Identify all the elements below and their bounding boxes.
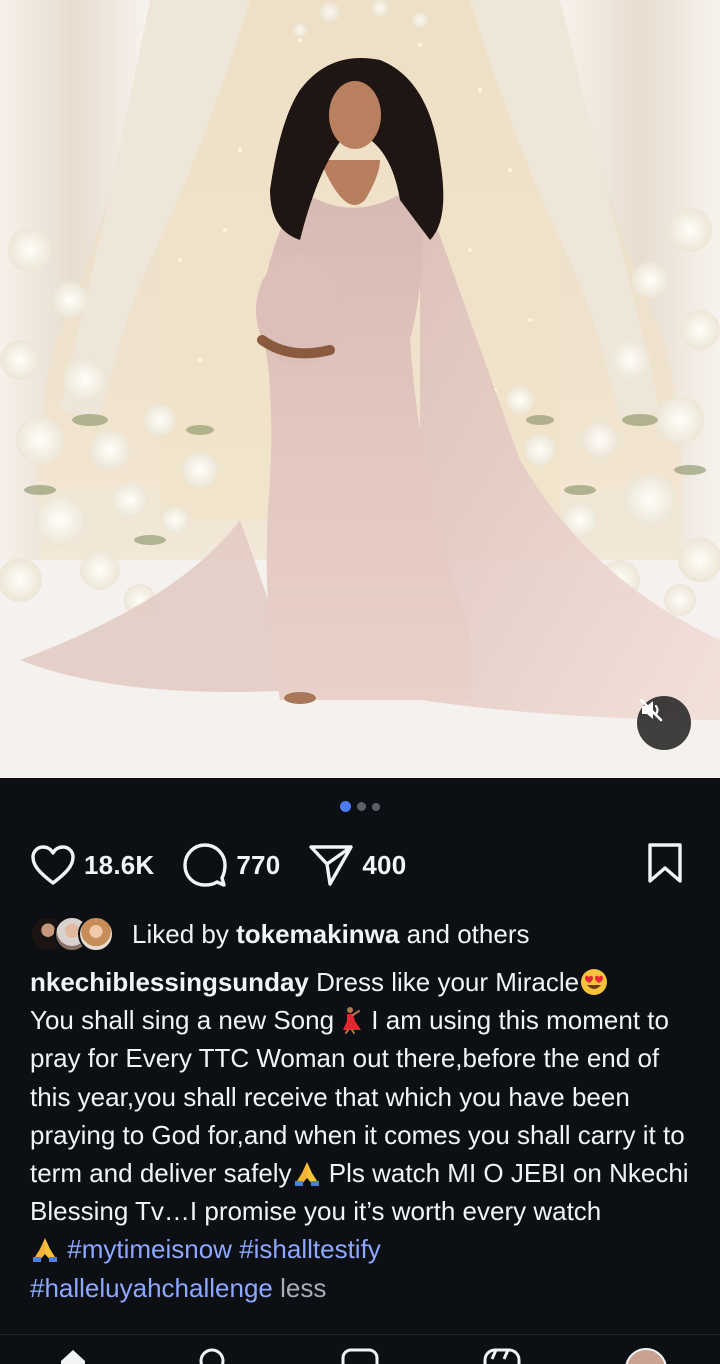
dancer-emoji-icon: [343, 1007, 362, 1035]
home-icon[interactable]: [58, 1347, 88, 1364]
caption-less-link[interactable]: less: [280, 1273, 326, 1303]
comment-icon: [183, 843, 228, 887]
shop-icon[interactable]: [482, 1347, 522, 1364]
bookmark-icon: [648, 842, 682, 883]
carousel-dot-active: [340, 801, 351, 812]
hashtag-link[interactable]: #halleluyahchallenge: [30, 1273, 273, 1303]
folded-hands-emoji-icon: [294, 1162, 319, 1187]
caption-fade: [0, 1318, 720, 1334]
like-button[interactable]: 18.6K: [30, 844, 154, 886]
caption-text: Dress like your Miracle: [316, 967, 580, 997]
maternity-photo: [0, 0, 720, 778]
caption-username[interactable]: nkechiblessingsunday: [30, 967, 309, 997]
carousel-dot: [372, 802, 380, 811]
share-count: 400: [362, 849, 407, 880]
post-media[interactable]: [0, 0, 720, 778]
post-caption: nkechiblessingsunday Dress like your Mir…: [30, 963, 700, 1307]
folded-hands-emoji-icon: [33, 1238, 57, 1263]
save-button[interactable]: [646, 842, 684, 889]
comment-button[interactable]: 770: [182, 842, 280, 888]
liked-by-row[interactable]: Liked by tokemakinwa and others: [30, 914, 529, 954]
liker-avatars: [30, 916, 114, 952]
bottom-nav: [0, 1334, 720, 1364]
heart-eyes-emoji-icon: [581, 969, 608, 995]
like-count: 18.6K: [84, 849, 155, 880]
profile-avatar[interactable]: [624, 1347, 668, 1364]
post-actions: 18.6K 770 400: [30, 838, 684, 892]
hashtag-link[interactable]: #mytimeisnow: [67, 1234, 232, 1264]
liked-by-user-link[interactable]: tokemakinwa: [236, 919, 399, 949]
mute-button[interactable]: [637, 696, 691, 750]
heart-icon: [31, 845, 75, 885]
caption-text: You shall sing a new Song: [30, 1005, 335, 1036]
avatar: [78, 916, 114, 952]
send-icon: [309, 845, 354, 886]
carousel-dot: [357, 802, 366, 811]
speaker-muted-icon: [639, 698, 663, 722]
share-button[interactable]: 400: [308, 843, 406, 887]
liked-by-suffix: and others: [406, 918, 530, 949]
carousel-indicator: [0, 801, 720, 812]
hashtag-link[interactable]: #ishalltestify: [239, 1234, 381, 1264]
search-icon[interactable]: [198, 1347, 228, 1364]
comment-count: 770: [236, 849, 281, 880]
reels-icon[interactable]: [340, 1347, 380, 1364]
liked-by-text: Liked by tokemakinwa and others: [132, 919, 529, 950]
liked-by-prefix: Liked by: [132, 918, 229, 949]
